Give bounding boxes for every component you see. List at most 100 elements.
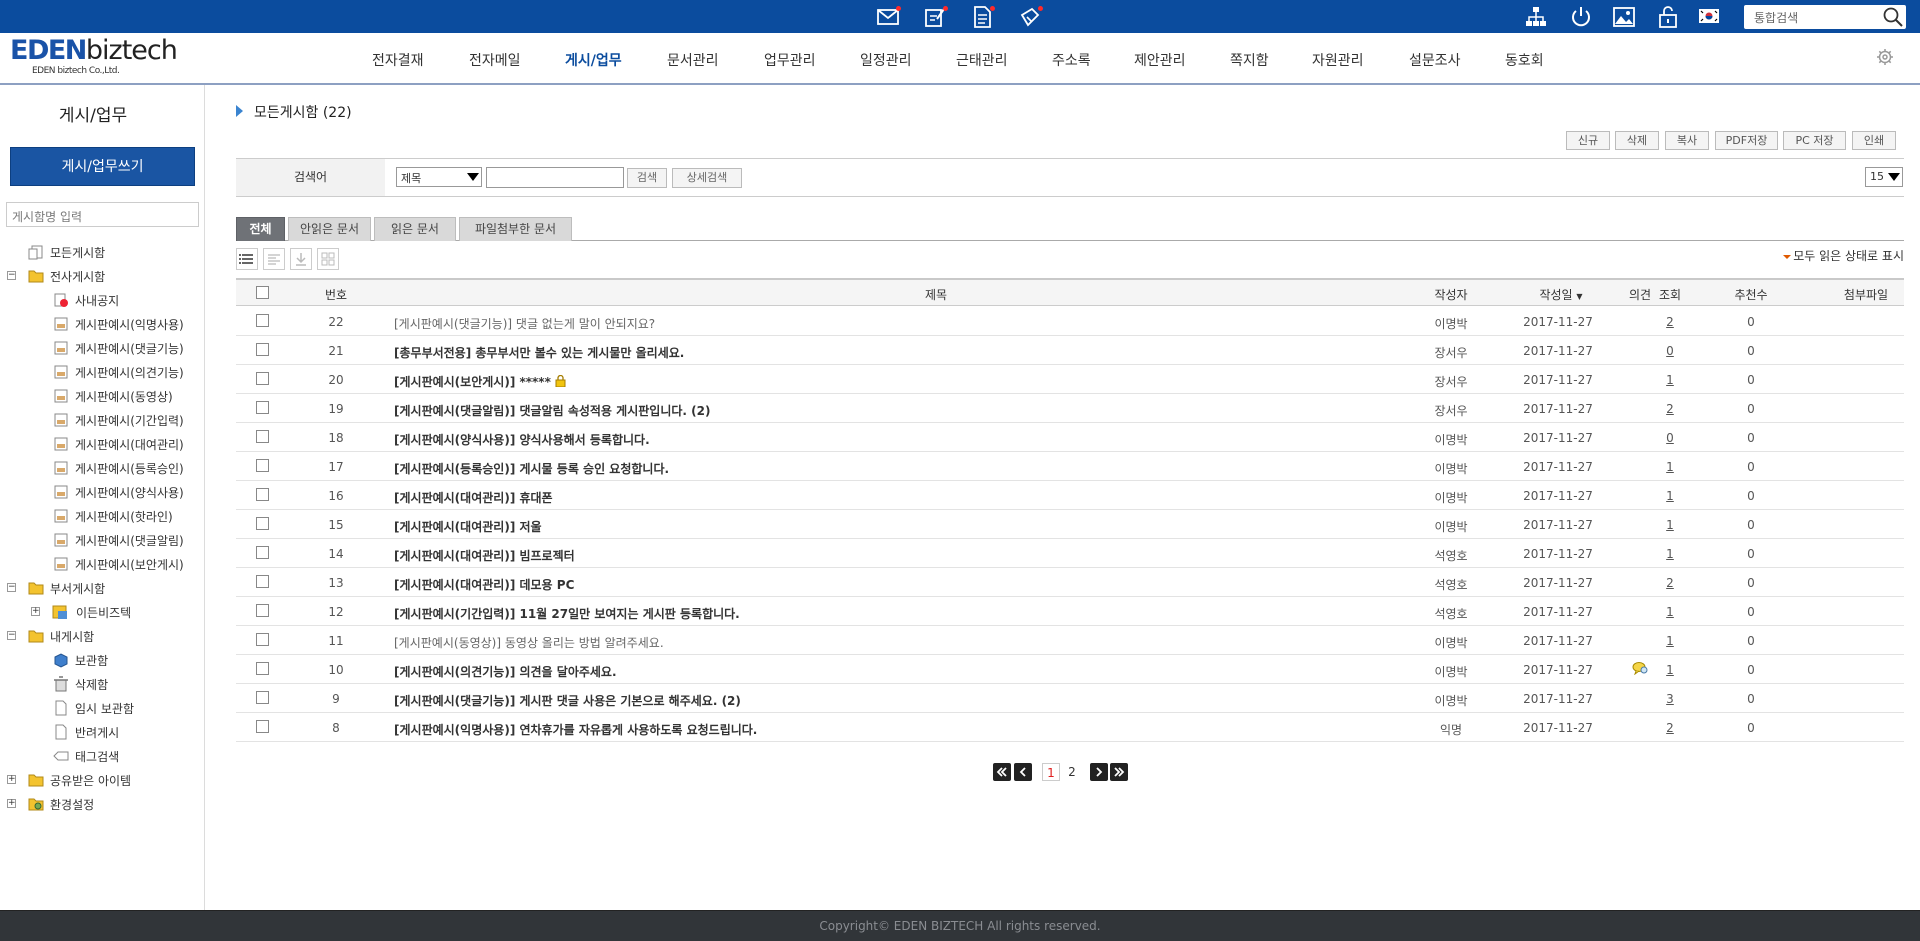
opinion-icon[interactable] xyxy=(1632,661,1648,675)
unified-search-input[interactable]: 통합검색 xyxy=(1744,5,1906,29)
row-title-link[interactable]: [게시판예시(대여관리)] 데모용 PC xyxy=(394,576,574,593)
table-row[interactable]: 10 [게시판예시(의견기능)] 의견을 달아주세요. 이명박 2017-11-27 1… xyxy=(236,655,1904,684)
row-checkbox[interactable] xyxy=(256,604,269,617)
table-row[interactable]: 8 [게시판예시(익명사용)] 연차휴가를 자유롭게 사용하도록 요청드립니다. 익… xyxy=(236,713,1904,742)
power-icon[interactable] xyxy=(1569,5,1593,29)
nav-item-documents[interactable]: 문서관리 xyxy=(667,50,719,70)
table-row[interactable]: 20 [게시판예시(보안게시)] ***** 장서우 2017-11-27 1 0 xyxy=(236,365,1904,394)
pdf-save-button[interactable]: PDF저장 xyxy=(1715,131,1778,150)
last-page-icon[interactable] xyxy=(1110,763,1128,781)
approval-icon[interactable] xyxy=(923,5,948,29)
select-all-checkbox[interactable] xyxy=(256,286,269,299)
row-title-link[interactable]: [게시판예시(익명사용)] 연차휴가를 자유롭게 사용하도록 요청드립니다. xyxy=(394,721,757,738)
table-row[interactable]: 18 [게시판예시(양식사용)] 양식사용해서 등록합니다. 이명박 2017-11-… xyxy=(236,423,1904,452)
table-row[interactable]: 14 [게시판예시(대여관리)] 빔프로젝터 석영호 2017-11-27 1 0 xyxy=(236,539,1904,568)
table-row[interactable]: 9 [게시판예시(댓글기능)] 게시판 댓글 사용은 기본으로 해주세요. (2)… xyxy=(236,684,1904,713)
row-title-link[interactable]: [게시판예시(대여관리)] 빔프로젝터 xyxy=(394,547,575,564)
row-title-link[interactable]: [총무부서전용] 총무부서만 볼수 있는 게시물만 올리세요. xyxy=(394,344,684,361)
prev-page-icon[interactable] xyxy=(1014,763,1032,781)
share-icon[interactable] xyxy=(1018,5,1043,29)
nav-item-address[interactable]: 주소록 xyxy=(1052,50,1091,70)
row-title-link[interactable]: [게시판예시(댓글기능)] 댓글 없는게 말이 안되지요? xyxy=(394,315,655,332)
new-button[interactable]: 신규 xyxy=(1566,131,1610,150)
print-button[interactable]: 인쇄 xyxy=(1852,131,1896,150)
row-checkbox[interactable] xyxy=(256,662,269,675)
lock-icon[interactable] xyxy=(1656,5,1680,29)
page-size-select[interactable]: 15 xyxy=(1865,167,1903,187)
row-title-link[interactable]: [게시판예시(대여관리)] 휴대폰 xyxy=(394,489,553,506)
write-post-button[interactable]: 게시/업무쓰기 xyxy=(10,147,195,186)
nav-item-attendance[interactable]: 근태관리 xyxy=(956,50,1008,70)
row-views-link[interactable]: 1 xyxy=(1655,489,1685,503)
document-icon[interactable] xyxy=(970,5,995,29)
detail-search-button[interactable]: 상세검색 xyxy=(672,168,742,188)
table-row[interactable]: 16 [게시판예시(대여관리)] 휴대폰 이명박 2017-11-27 1 0 xyxy=(236,481,1904,510)
grid-view-icon[interactable] xyxy=(317,248,339,270)
row-checkbox[interactable] xyxy=(256,372,269,385)
tab-all[interactable]: 전체 xyxy=(236,217,285,241)
row-title-link[interactable]: [게시판예시(보안게시)] ***** xyxy=(394,373,566,390)
detail-view-icon[interactable] xyxy=(263,248,285,270)
list-view-icon[interactable] xyxy=(236,248,258,270)
nav-item-memo[interactable]: 쪽지함 xyxy=(1230,50,1269,70)
copy-button[interactable]: 복사 xyxy=(1665,131,1709,150)
row-checkbox[interactable] xyxy=(256,691,269,704)
row-views-link[interactable]: 1 xyxy=(1655,460,1685,474)
board-search-input[interactable]: 게시함명 입력 xyxy=(6,202,199,227)
row-views-link[interactable]: 1 xyxy=(1655,547,1685,561)
nav-item-board[interactable]: 게시/업무 xyxy=(565,50,622,70)
org-chart-icon[interactable] xyxy=(1524,5,1548,29)
row-checkbox[interactable] xyxy=(256,488,269,501)
table-row[interactable]: 22 [게시판예시(댓글기능)] 댓글 없는게 말이 안되지요? 이명박 2017-1… xyxy=(236,307,1904,336)
row-views-link[interactable]: 3 xyxy=(1655,692,1685,706)
row-views-link[interactable]: 1 xyxy=(1655,663,1685,677)
tab-attached[interactable]: 파일첨부한 문서 xyxy=(459,217,572,241)
table-row[interactable]: 17 [게시판예시(등록승인)] 게시물 등록 승인 요청합니다. 이명박 2017-… xyxy=(236,452,1904,481)
tab-unread[interactable]: 안읽은 문서 xyxy=(288,217,371,241)
row-views-link[interactable]: 2 xyxy=(1655,315,1685,329)
nav-item-proposal[interactable]: 제안관리 xyxy=(1134,50,1186,70)
next-page-icon[interactable] xyxy=(1090,763,1108,781)
first-page-icon[interactable] xyxy=(993,763,1011,781)
row-views-link[interactable]: 0 xyxy=(1655,431,1685,445)
row-checkbox[interactable] xyxy=(256,430,269,443)
row-checkbox[interactable] xyxy=(256,633,269,646)
row-views-link[interactable]: 2 xyxy=(1655,402,1685,416)
company-logo[interactable]: EDENbiztech EDEN biztech Co.,Ltd. xyxy=(10,37,178,81)
table-row[interactable]: 11 [게시판예시(동영상)] 동영상 올리는 방법 알려주세요. 이명박 2017-… xyxy=(236,626,1904,655)
search-input[interactable] xyxy=(486,167,624,188)
page-1[interactable]: 1 xyxy=(1042,763,1060,781)
row-views-link[interactable]: 2 xyxy=(1655,576,1685,590)
table-row[interactable]: 13 [게시판예시(대여관리)] 데모용 PC 석영호 2017-11-27 2 0 xyxy=(236,568,1904,597)
row-title-link[interactable]: [게시판예시(등록승인)] 게시물 등록 승인 요청합니다. xyxy=(394,460,669,477)
gear-icon[interactable] xyxy=(1876,48,1894,66)
row-checkbox[interactable] xyxy=(256,517,269,530)
table-row[interactable]: 15 [게시판예시(대여관리)] 저울 이명박 2017-11-27 1 0 xyxy=(236,510,1904,539)
row-views-link[interactable]: 1 xyxy=(1655,634,1685,648)
download-icon[interactable] xyxy=(290,248,312,270)
row-checkbox[interactable] xyxy=(256,343,269,356)
row-views-link[interactable]: 1 xyxy=(1655,605,1685,619)
row-title-link[interactable]: [게시판예시(양식사용)] 양식사용해서 등록합니다. xyxy=(394,431,650,448)
pc-save-button[interactable]: PC 저장 xyxy=(1783,131,1846,150)
nav-item-approval[interactable]: 전자결재 xyxy=(372,50,424,70)
row-views-link[interactable]: 2 xyxy=(1655,721,1685,735)
row-title-link[interactable]: [게시판예시(동영상)] 동영상 올리는 방법 알려주세요. xyxy=(394,634,664,651)
row-title-link[interactable]: [게시판예시(기간입력)] 11월 27일만 보여지는 게시판 등록합니다. xyxy=(394,605,740,622)
image-icon[interactable] xyxy=(1612,5,1636,29)
row-title-link[interactable]: [게시판예시(대여관리)] 저울 xyxy=(394,518,542,535)
row-views-link[interactable]: 0 xyxy=(1655,344,1685,358)
nav-item-survey[interactable]: 설문조사 xyxy=(1409,50,1461,70)
mark-all-read-link[interactable]: 모두 읽은 상태로 표시 xyxy=(1783,247,1904,264)
korea-flag-icon[interactable] xyxy=(1699,9,1719,23)
row-title-link[interactable]: [게시판예시(댓글알림)] 댓글알림 속성적용 게시판입니다. (2) xyxy=(394,402,710,419)
col-date[interactable]: 작성일 ▼ xyxy=(1521,286,1601,303)
page-2[interactable]: 2 xyxy=(1063,763,1081,781)
row-checkbox[interactable] xyxy=(256,546,269,559)
search-button[interactable]: 검색 xyxy=(627,168,667,188)
row-title-link[interactable]: [게시판예시(댓글기능)] 게시판 댓글 사용은 기본으로 해주세요. (2) xyxy=(394,692,741,709)
nav-item-club[interactable]: 동호회 xyxy=(1505,50,1544,70)
delete-button[interactable]: 삭제 xyxy=(1615,131,1659,150)
row-views-link[interactable]: 1 xyxy=(1655,373,1685,387)
table-row[interactable]: 21 [총무부서전용] 총무부서만 볼수 있는 게시물만 올리세요. 장서우 2017… xyxy=(236,336,1904,365)
